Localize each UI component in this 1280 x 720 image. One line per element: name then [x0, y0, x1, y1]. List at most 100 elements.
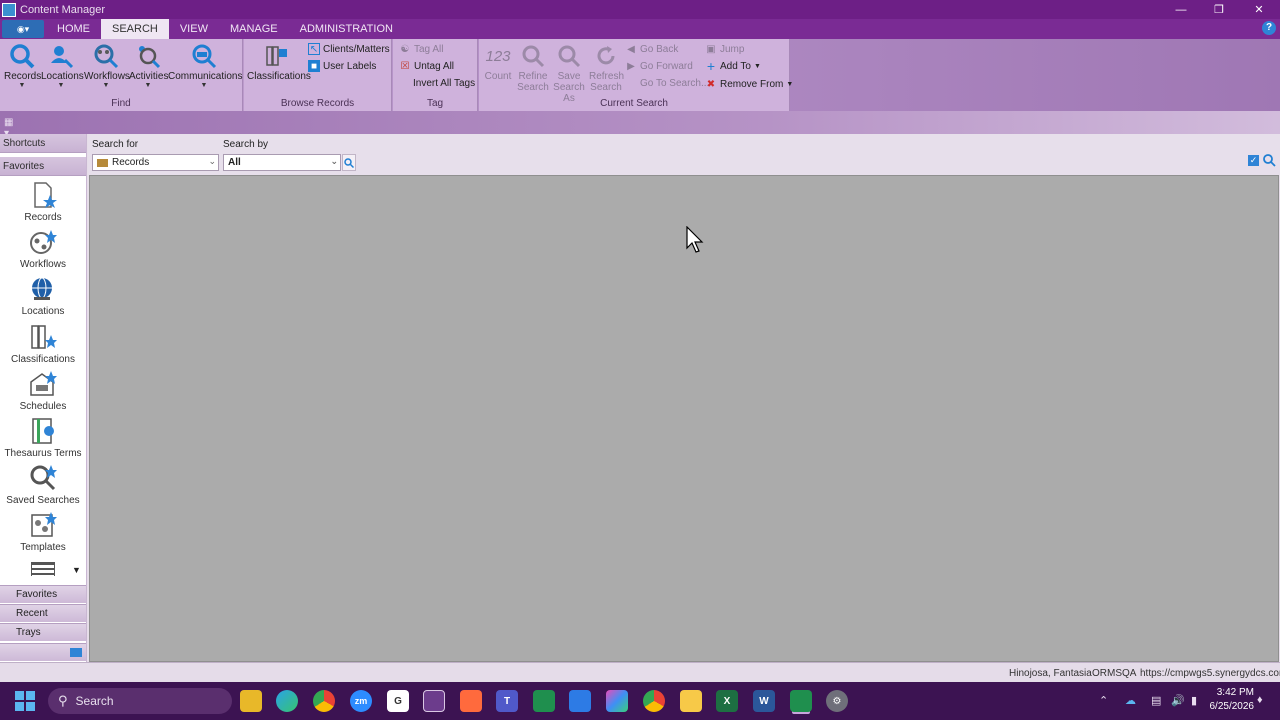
chevron-down-icon: ⌄ — [208, 156, 216, 166]
add-to-button[interactable]: + Add To ▼ — [705, 58, 761, 74]
activities-find-button[interactable]: Activities ▼ — [129, 41, 168, 90]
untag-all-button[interactable]: ☒ Untag All — [399, 60, 455, 72]
search-go-button[interactable] — [342, 154, 356, 171]
minimize-button[interactable]: — — [1162, 0, 1200, 19]
classifications-browse-button[interactable]: Classifications — [247, 41, 311, 82]
jump-icon: ▣ — [706, 43, 716, 55]
nav-item-templates[interactable]: Templates — [0, 511, 86, 553]
go-back-button[interactable]: ◀ Go Back — [625, 43, 678, 55]
saved-search-icon — [29, 464, 57, 492]
browse-records-group-label: Browse Records — [280, 98, 355, 109]
refresh-search-button[interactable]: Refresh Search — [589, 41, 624, 93]
workflow-search-icon — [91, 41, 121, 71]
shortcuts-header[interactable]: Shortcuts — [0, 134, 86, 153]
snipping-tool-icon[interactable] — [423, 690, 445, 712]
taskbar-search-box[interactable]: ⚲ Search — [48, 688, 232, 714]
teams-icon[interactable]: T — [496, 690, 518, 712]
nav-item-schedules[interactable]: Schedules — [0, 370, 86, 412]
nav-pane-options[interactable] — [0, 643, 86, 661]
records-find-button[interactable]: Records ▼ — [4, 41, 41, 90]
ribbon: Records ▼ Locations ▼ Workflows ▼ Activi… — [0, 39, 1280, 111]
find-group-label: Find — [111, 98, 131, 109]
search-icon[interactable] — [1263, 154, 1276, 170]
go-forward-button[interactable]: ▶ Go Forward — [625, 60, 693, 72]
content-manager-active-icon[interactable] — [790, 690, 812, 712]
save-search-icon — [554, 41, 584, 71]
window-title: Content Manager — [20, 3, 105, 16]
communications-find-button[interactable]: Communications ▼ — [168, 41, 242, 90]
jump-button[interactable]: ▣ Jump — [705, 43, 744, 55]
zoom-icon[interactable]: zm — [350, 690, 372, 712]
tab-administration[interactable]: ADMINISTRATION — [289, 19, 404, 39]
tag-all-button[interactable]: ☯ Tag All — [399, 43, 444, 55]
save-search-as-button[interactable]: Save Search As — [549, 41, 589, 104]
locations-find-button[interactable]: Locations ▼ — [41, 41, 84, 90]
nav-item-locations[interactable]: Locations — [0, 275, 86, 317]
classifications-star-icon — [29, 323, 57, 351]
remove-from-button[interactable]: ✖ Remove From ▼ — [705, 78, 794, 90]
back-arrow-icon: ◀ — [627, 43, 635, 55]
settings-gear-icon[interactable]: ⚙ — [826, 690, 848, 712]
help-icon[interactable]: ? — [1262, 21, 1276, 35]
nav-item-classifications[interactable]: Classifications — [0, 323, 86, 365]
chevron-down-icon: ▼ — [57, 82, 65, 89]
user-label-icon: ■ — [308, 60, 320, 72]
favorites-header[interactable]: Favorites — [0, 157, 86, 176]
search-by-select[interactable]: All ⌄ — [223, 154, 341, 171]
quick-access-grid-icon[interactable]: ▦ ▾ — [4, 117, 16, 139]
go-to-search-button[interactable]: Go To Search... — [640, 78, 709, 89]
activity-search-icon — [133, 41, 163, 71]
sticky-notes-icon[interactable] — [680, 690, 702, 712]
nav-scroll-down-icon[interactable]: ▼ — [72, 565, 81, 575]
nav-footer-recent[interactable]: Recent — [0, 604, 86, 622]
workflows-star-icon — [29, 228, 57, 256]
user-labels-button[interactable]: ■ User Labels — [308, 60, 376, 72]
file-menu-button[interactable]: ◉▾ — [2, 20, 44, 38]
tab-home[interactable]: HOME — [46, 19, 101, 39]
search-for-select[interactable]: Records ⌄ — [92, 154, 219, 171]
nav-item-records[interactable]: Records — [0, 181, 86, 223]
battery-icon[interactable]: ▮ — [1191, 694, 1197, 707]
chrome-icon[interactable] — [313, 690, 335, 712]
tools-app-icon[interactable] — [460, 690, 482, 712]
notepad-icon[interactable] — [569, 690, 591, 712]
tab-view[interactable]: VIEW — [169, 19, 219, 39]
refine-search-button[interactable]: Refine Search — [516, 41, 550, 93]
app-logo-icon — [2, 2, 16, 17]
volume-icon[interactable]: 🔊 — [1171, 694, 1185, 707]
clients-matters-button[interactable]: ↖ Clients/Matters — [308, 43, 390, 55]
word-icon[interactable]: W — [753, 690, 775, 712]
content-manager-taskbar-icon[interactable] — [533, 690, 555, 712]
nav-footer-trays[interactable]: Trays — [0, 623, 86, 641]
workflows-find-button[interactable]: Workflows ▼ — [84, 41, 130, 90]
taskbar-clock[interactable]: 3:42 PM 6/25/2026 — [1210, 686, 1255, 714]
close-button[interactable]: ✕ — [1240, 0, 1278, 19]
forward-arrow-icon: ▶ — [627, 60, 635, 72]
left-navigation-pane: Shortcuts Favorites Records Workflows Lo… — [0, 134, 87, 662]
copilot-icon[interactable] — [606, 690, 628, 712]
chevron-up-icon[interactable]: ⌃ — [1099, 694, 1108, 707]
tab-manage[interactable]: MANAGE — [219, 19, 289, 39]
chrome-profile-icon[interactable] — [643, 690, 665, 712]
edge-browser-icon[interactable] — [276, 690, 298, 712]
network-icon[interactable]: ▤ — [1151, 694, 1161, 707]
nav-footer-favorites[interactable]: Favorites — [0, 585, 86, 603]
file-explorer-icon[interactable] — [240, 690, 262, 712]
restore-button[interactable]: ❐ — [1200, 0, 1238, 19]
title-bar: Content Manager — ❐ ✕ — [0, 0, 1280, 19]
windows-start-icon[interactable] — [15, 691, 35, 711]
onedrive-icon[interactable]: ☁ — [1125, 694, 1136, 707]
pane-options-icon — [70, 648, 82, 657]
invert-all-tags-button[interactable]: Invert All Tags — [413, 78, 475, 89]
nav-item-thesaurus-terms[interactable]: Thesaurus Terms — [0, 417, 86, 459]
tab-search[interactable]: SEARCH — [101, 19, 169, 39]
nav-item-workflows[interactable]: Workflows — [0, 228, 86, 270]
notification-bell-icon[interactable]: ♦ — [1257, 694, 1263, 706]
results-area[interactable] — [89, 175, 1279, 662]
excel-icon[interactable]: X — [716, 690, 738, 712]
count-button[interactable]: 123 Count — [481, 41, 515, 83]
nav-item-saved-searches[interactable]: Saved Searches — [0, 464, 86, 506]
checkbox-icon[interactable]: ✓ — [1248, 155, 1259, 166]
mouse-cursor-icon — [686, 225, 706, 257]
google-icon[interactable]: G — [387, 690, 409, 712]
